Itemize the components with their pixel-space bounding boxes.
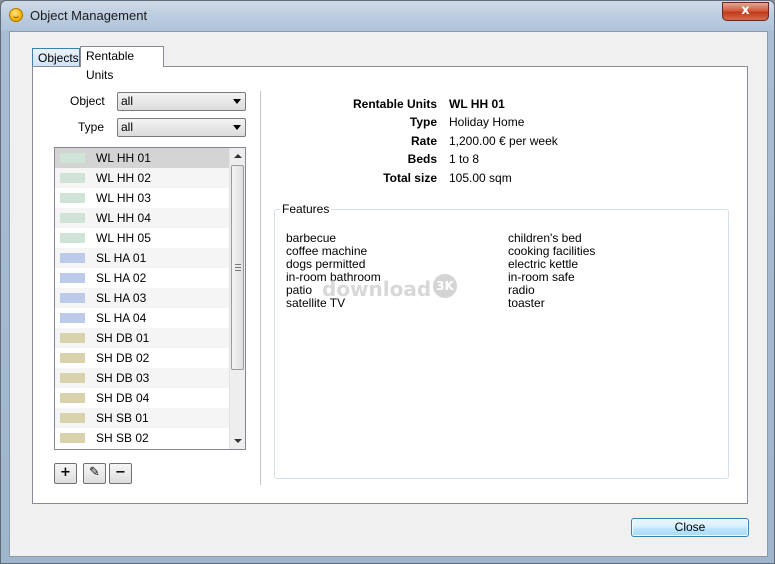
feature-item: patio bbox=[286, 283, 313, 297]
unit-color-swatch bbox=[60, 193, 85, 203]
type-filter-select[interactable]: all bbox=[117, 118, 246, 137]
beds-label: Beds bbox=[407, 152, 437, 166]
unit-name: WL HH 04 bbox=[96, 211, 151, 225]
list-item[interactable]: SH SB 01 bbox=[55, 408, 230, 428]
unit-color-swatch bbox=[60, 273, 85, 283]
dialog-client-area: Objects Rentable Units Object all Type a… bbox=[9, 31, 768, 557]
list-item[interactable]: WL HH 04 bbox=[55, 208, 230, 228]
feature-item: electric kettle bbox=[508, 257, 579, 271]
close-button[interactable]: Close bbox=[631, 518, 749, 537]
list-item[interactable]: WL HH 02 bbox=[55, 168, 230, 188]
list-item[interactable]: SH DB 02 bbox=[55, 348, 230, 368]
scroll-thumb[interactable] bbox=[231, 165, 244, 370]
window-close-button[interactable]: x bbox=[722, 2, 769, 21]
features-group: Features barbecue coffee machine dogs perm… bbox=[274, 202, 729, 479]
list-item[interactable]: SL HA 02 bbox=[55, 268, 230, 288]
pencil-icon: ✎ bbox=[89, 465, 100, 480]
rentable-units-panel: Object all Type all WL HH 01 WL HH 02 WL H… bbox=[32, 66, 748, 504]
type-detail-label: Type bbox=[409, 115, 437, 129]
rentable-units-list[interactable]: WL HH 01 WL HH 02 WL HH 03 WL HH 04 WL HH 05… bbox=[54, 147, 246, 450]
feature-item: dogs permitted bbox=[286, 257, 366, 271]
unit-name: SH DB 03 bbox=[96, 371, 150, 385]
object-management-window: Object Management x Objects Rentable Uni… bbox=[0, 0, 775, 564]
feature-item: cooking facilities bbox=[508, 244, 596, 258]
list-scrollbar[interactable] bbox=[229, 148, 245, 449]
list-item[interactable]: SH DB 03 bbox=[55, 368, 230, 388]
unit-name: SL HA 03 bbox=[96, 291, 147, 305]
unit-color-swatch bbox=[60, 233, 85, 243]
list-item[interactable]: SL HA 03 bbox=[55, 288, 230, 308]
rate-label: Rate bbox=[410, 134, 437, 148]
watermark-text: download bbox=[322, 277, 432, 301]
feature-item: barbecue bbox=[286, 231, 337, 245]
features-title: Features bbox=[280, 202, 332, 216]
unit-label: Rentable Units bbox=[352, 97, 437, 111]
scroll-down-icon[interactable] bbox=[234, 439, 242, 443]
unit-color-swatch bbox=[60, 433, 85, 443]
app-smiley-icon bbox=[9, 8, 23, 22]
unit-color-swatch bbox=[60, 373, 85, 383]
unit-color-swatch bbox=[60, 173, 85, 183]
list-item[interactable]: SH DB 04 bbox=[55, 388, 230, 408]
unit-color-swatch bbox=[60, 213, 85, 223]
object-filter-value: all bbox=[121, 94, 134, 108]
vertical-divider bbox=[260, 91, 261, 485]
unit-name: SH DB 02 bbox=[96, 351, 150, 365]
type-filter-value: all bbox=[121, 120, 134, 134]
total-size-label: Total size bbox=[383, 171, 437, 185]
unit-name: SH SB 01 bbox=[96, 411, 149, 425]
feature-item: in-room safe bbox=[508, 270, 575, 284]
grip-icon bbox=[235, 264, 241, 271]
unit-name: SH SB 02 bbox=[96, 431, 149, 445]
total-size-value: 105.00 sqm bbox=[449, 171, 512, 185]
unit-color-swatch bbox=[60, 413, 85, 423]
list-item[interactable]: SH DB 01 bbox=[55, 328, 230, 348]
unit-color-swatch bbox=[60, 333, 85, 343]
feature-item: toaster bbox=[508, 296, 545, 310]
unit-name: WL HH 05 bbox=[96, 231, 151, 245]
feature-item: coffee machine bbox=[286, 244, 368, 258]
edit-unit-button[interactable]: ✎ bbox=[83, 463, 106, 484]
unit-name: WL HH 03 bbox=[96, 191, 151, 205]
scroll-up-icon[interactable] bbox=[234, 154, 242, 158]
list-item[interactable]: WL HH 03 bbox=[55, 188, 230, 208]
object-filter-label: Object bbox=[70, 94, 105, 108]
tab-rentable-units[interactable]: Rentable Units bbox=[80, 46, 164, 82]
object-filter-select[interactable]: all bbox=[117, 92, 246, 111]
watermark-badge: 3K bbox=[433, 274, 457, 298]
feature-item: radio bbox=[508, 283, 535, 297]
unit-color-swatch bbox=[60, 353, 85, 363]
beds-value: 1 to 8 bbox=[449, 152, 480, 166]
chevron-down-icon bbox=[233, 125, 241, 130]
unit-name: SH DB 01 bbox=[96, 331, 150, 345]
unit-color-swatch bbox=[60, 153, 85, 163]
window-title: Object Management bbox=[30, 8, 148, 23]
unit-color-swatch bbox=[60, 313, 85, 323]
rate-value: 1,200.00 € per week bbox=[449, 134, 558, 148]
list-item[interactable]: SH SB 02 bbox=[55, 428, 230, 448]
feature-item: children's bed bbox=[508, 231, 582, 245]
unit-color-swatch bbox=[60, 253, 85, 263]
unit-name: SH DB 04 bbox=[96, 391, 150, 405]
list-item[interactable]: SL HA 04 bbox=[55, 308, 230, 328]
unit-value: WL HH 01 bbox=[449, 97, 505, 111]
list-item[interactable]: WL HH 01 bbox=[55, 148, 230, 168]
list-item[interactable]: WL HH 05 bbox=[55, 228, 230, 248]
chevron-down-icon bbox=[233, 99, 241, 104]
unit-name: SL HA 02 bbox=[96, 271, 147, 285]
unit-name: WL HH 01 bbox=[96, 151, 151, 165]
list-item[interactable]: SL HA 01 bbox=[55, 248, 230, 268]
title-bar[interactable]: Object Management x bbox=[1, 1, 774, 31]
unit-name: SL HA 01 bbox=[96, 251, 147, 265]
type-detail-value: Holiday Home bbox=[449, 115, 525, 129]
type-filter-label: Type bbox=[78, 120, 105, 134]
remove-unit-button[interactable]: − bbox=[109, 463, 132, 484]
tab-objects[interactable]: Objects bbox=[32, 48, 80, 67]
add-unit-button[interactable]: + bbox=[54, 463, 77, 484]
unit-name: WL HH 02 bbox=[96, 171, 151, 185]
unit-color-swatch bbox=[60, 393, 85, 403]
unit-color-swatch bbox=[60, 293, 85, 303]
unit-name: SL HA 04 bbox=[96, 311, 147, 325]
